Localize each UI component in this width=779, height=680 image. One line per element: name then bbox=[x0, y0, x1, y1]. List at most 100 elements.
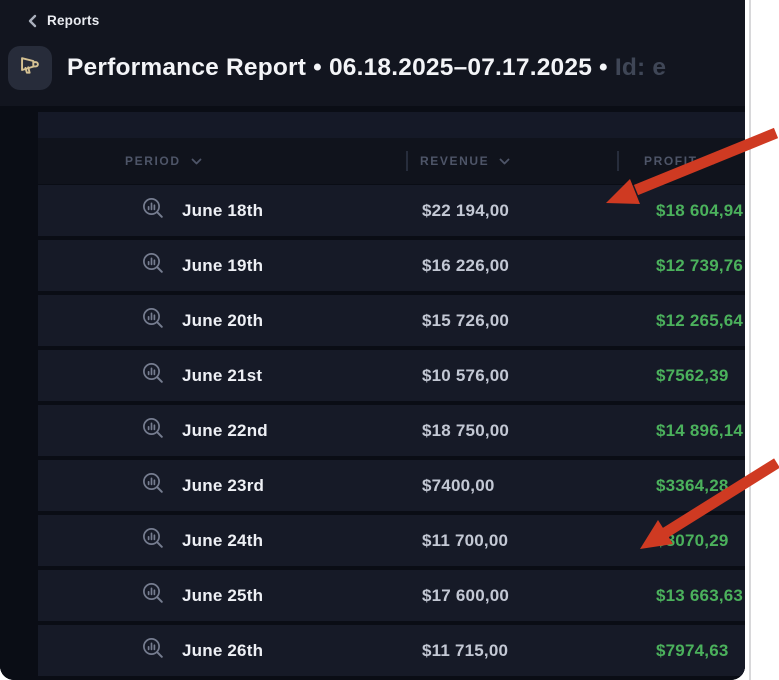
revenue-cell: $7400,00 bbox=[422, 460, 619, 511]
column-header-profit[interactable]: PROFIT bbox=[617, 138, 745, 184]
revenue-value: $7400,00 bbox=[422, 476, 495, 496]
profit-cell: $14 896,14 bbox=[619, 405, 745, 456]
chart-search-icon bbox=[141, 251, 165, 280]
period-cell: June 22nd bbox=[38, 405, 422, 456]
revenue-value: $17 600,00 bbox=[422, 586, 509, 606]
scroll-edge-line bbox=[749, 0, 751, 680]
table-row-june-24th[interactable]: June 24th $11 700,00 $8070,29 bbox=[38, 515, 745, 566]
revenue-cell: $16 226,00 bbox=[422, 240, 619, 291]
table-row-june-25th[interactable]: June 25th $17 600,00 $13 663,63 bbox=[38, 570, 745, 621]
chevron-left-icon bbox=[27, 14, 38, 28]
column-header-revenue[interactable]: REVENUE bbox=[406, 138, 617, 184]
revenue-cell: $17 600,00 bbox=[422, 570, 619, 621]
period-value: June 24th bbox=[182, 531, 263, 551]
table-panel: PERIOD REVENUE PROFIT bbox=[38, 106, 745, 680]
period-value: June 20th bbox=[182, 311, 263, 331]
period-cell: June 18th bbox=[38, 185, 422, 236]
top-bar: Reports Performance Report • 06.18.2025–… bbox=[0, 0, 745, 106]
profit-header-label: PROFIT bbox=[644, 154, 698, 168]
revenue-value: $10 576,00 bbox=[422, 366, 509, 386]
table-row-june-18th[interactable]: June 18th $22 194,00 $18 604,94 bbox=[38, 185, 745, 236]
column-divider bbox=[617, 151, 619, 171]
revenue-cell: $11 700,00 bbox=[422, 515, 619, 566]
chart-search-icon bbox=[141, 196, 165, 225]
profit-value: $13 663,63 bbox=[656, 586, 743, 606]
revenue-cell: $22 194,00 bbox=[422, 185, 619, 236]
title-report-id: Id: e bbox=[615, 54, 666, 81]
period-cell: June 24th bbox=[38, 515, 422, 566]
revenue-value: $22 194,00 bbox=[422, 201, 509, 221]
table-row-june-26th[interactable]: June 26th $11 715,00 $7974,63 bbox=[38, 625, 745, 676]
chart-search-icon bbox=[141, 636, 165, 665]
revenue-value: $15 726,00 bbox=[422, 311, 509, 331]
revenue-cell: $11 715,00 bbox=[422, 625, 619, 676]
table-header-row: PERIOD REVENUE PROFIT bbox=[38, 138, 745, 184]
chart-search-icon bbox=[141, 581, 165, 610]
chevron-down-icon bbox=[499, 158, 510, 165]
table-row-june-23rd[interactable]: June 23rd $7400,00 $3364,28 bbox=[38, 460, 745, 511]
period-cell: June 19th bbox=[38, 240, 422, 291]
table-body: June 18th $22 194,00 $18 604,94 June 19t… bbox=[38, 185, 745, 680]
chevron-down-icon bbox=[708, 158, 719, 165]
profit-cell: $3364,28 bbox=[619, 460, 745, 511]
period-cell: June 23rd bbox=[38, 460, 422, 511]
title-bullet-2: • bbox=[599, 54, 615, 81]
period-value: June 23rd bbox=[182, 476, 264, 496]
profit-value: $8070,29 bbox=[656, 531, 729, 551]
profit-cell: $7974,63 bbox=[619, 625, 745, 676]
report-window: Reports Performance Report • 06.18.2025–… bbox=[0, 0, 745, 680]
profit-value: $18 604,94 bbox=[656, 201, 743, 221]
chart-search-icon bbox=[141, 526, 165, 555]
revenue-value: $11 715,00 bbox=[422, 641, 508, 661]
page-header: Performance Report • 06.18.2025–07.17.20… bbox=[8, 46, 738, 90]
breadcrumb-back[interactable]: Reports bbox=[27, 13, 99, 28]
profit-cell: $13 663,63 bbox=[619, 570, 745, 621]
revenue-value: $18 750,00 bbox=[422, 421, 509, 441]
table-row-june-20th[interactable]: June 20th $15 726,00 $12 265,64 bbox=[38, 295, 745, 346]
revenue-header-label: REVENUE bbox=[420, 154, 489, 168]
revenue-cell: $18 750,00 bbox=[422, 405, 619, 456]
period-header-label: PERIOD bbox=[125, 154, 181, 168]
period-value: June 25th bbox=[182, 586, 263, 606]
report-icon-box bbox=[8, 46, 52, 90]
revenue-value: $11 700,00 bbox=[422, 531, 508, 551]
profit-cell: $12 739,76 bbox=[619, 240, 745, 291]
table-toolbar-band bbox=[38, 112, 745, 138]
profit-value: $7562,39 bbox=[656, 366, 729, 386]
period-value: June 19th bbox=[182, 256, 263, 276]
profit-cell: $7562,39 bbox=[619, 350, 745, 401]
profit-value: $12 739,76 bbox=[656, 256, 743, 276]
period-cell: June 25th bbox=[38, 570, 422, 621]
left-gutter bbox=[0, 106, 38, 680]
period-cell: June 20th bbox=[38, 295, 422, 346]
page-title: Performance Report • 06.18.2025–07.17.20… bbox=[67, 54, 666, 82]
profit-value: $7974,63 bbox=[656, 641, 729, 661]
content-area: PERIOD REVENUE PROFIT bbox=[0, 106, 745, 680]
title-date-range: 06.18.2025–07.17.2025 bbox=[329, 54, 592, 81]
column-divider bbox=[406, 151, 408, 171]
period-cell: June 21st bbox=[38, 350, 422, 401]
profit-cell: $12 265,64 bbox=[619, 295, 745, 346]
megaphone-icon bbox=[17, 52, 44, 84]
breadcrumb-label: Reports bbox=[47, 13, 99, 28]
column-header-period[interactable]: PERIOD bbox=[38, 138, 406, 184]
table-row-june-19th[interactable]: June 19th $16 226,00 $12 739,76 bbox=[38, 240, 745, 291]
period-value: June 22nd bbox=[182, 421, 268, 441]
period-value: June 26th bbox=[182, 641, 263, 661]
period-value: June 21st bbox=[182, 366, 262, 386]
period-cell: June 26th bbox=[38, 625, 422, 676]
revenue-cell: $10 576,00 bbox=[422, 350, 619, 401]
chart-search-icon bbox=[141, 471, 165, 500]
title-text: Performance Report bbox=[67, 54, 306, 81]
title-bullet-1: • bbox=[313, 54, 329, 81]
chevron-down-icon bbox=[191, 158, 202, 165]
profit-value: $12 265,64 bbox=[656, 311, 743, 331]
profit-cell: $18 604,94 bbox=[619, 185, 745, 236]
table-row-june-22nd[interactable]: June 22nd $18 750,00 $14 896,14 bbox=[38, 405, 745, 456]
table-row-june-21st[interactable]: June 21st $10 576,00 $7562,39 bbox=[38, 350, 745, 401]
revenue-cell: $15 726,00 bbox=[422, 295, 619, 346]
profit-value: $14 896,14 bbox=[656, 421, 743, 441]
profit-cell: $8070,29 bbox=[619, 515, 745, 566]
chart-search-icon bbox=[141, 361, 165, 390]
chart-search-icon bbox=[141, 416, 165, 445]
